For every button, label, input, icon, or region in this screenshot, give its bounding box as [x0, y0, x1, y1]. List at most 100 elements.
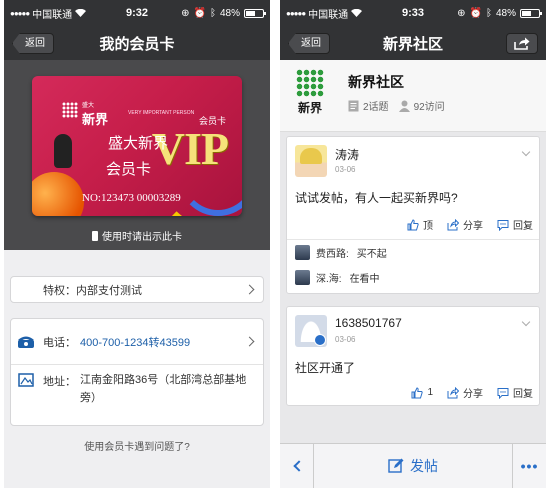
carrier-name: 中国联通 — [32, 9, 73, 21]
new-post-label: 发帖 — [410, 458, 438, 474]
brand-logo-icon — [62, 102, 78, 118]
reply-list: 费西路: 买不起 深.海: 在看中 — [287, 239, 539, 290]
card-number: NO:123473 00003289 — [82, 192, 181, 204]
edit-icon — [388, 458, 404, 473]
like-button[interactable]: 1 — [411, 385, 433, 400]
telephone-icon — [18, 336, 34, 348]
battery-percent: 48% — [219, 7, 240, 19]
chevron-down-icon[interactable] — [521, 317, 531, 327]
mobile-phone-icon — [92, 231, 98, 241]
card-overlay-line2: 会员卡 — [106, 161, 152, 178]
nav-bar: 返回 新界社区 — [280, 26, 546, 60]
like-button[interactable]: 顶 — [407, 217, 433, 232]
community-logo: 新界 — [290, 69, 330, 115]
reply-label: 回复 — [513, 389, 533, 400]
carrier-name: 中国联通 — [308, 9, 349, 21]
visits-count: 92访问 — [413, 102, 445, 113]
community-name: 新界社区 — [348, 74, 404, 90]
card-ball-graphic — [32, 172, 84, 216]
privilege-label: 特权： — [43, 284, 76, 297]
more-button[interactable]: ••• — [512, 444, 546, 488]
post-date: 03-06 — [335, 335, 356, 344]
show-card-hint-text: 使用时请出示此卡 — [102, 232, 182, 243]
post-card[interactable]: 1638501767 03-06 社区开通了 1 分享 回复 — [286, 306, 540, 406]
reply-button[interactable]: 回复 — [497, 217, 533, 232]
signal-icon: ●●●●● — [10, 8, 30, 18]
post-author[interactable]: 涛涛 — [335, 146, 359, 163]
wifi-icon — [75, 9, 87, 17]
card-brand: 盛大 新界 — [82, 100, 108, 126]
reply-button[interactable]: 回复 — [497, 385, 533, 400]
thumbs-up-icon — [411, 386, 424, 398]
bluetooth-icon: ᛒ — [485, 7, 492, 19]
post-date: 03-06 — [335, 165, 356, 174]
visits-stat: 92访问 — [398, 98, 445, 113]
avatar[interactable] — [295, 315, 327, 347]
post-actions: 顶 分享 回复 — [407, 217, 533, 232]
carrier-info: ●●●●● 中国联通 — [286, 6, 363, 21]
post-content: 试试发帖，有人一起买新界吗? — [295, 191, 458, 205]
person-icon — [398, 100, 410, 112]
avatar[interactable] — [295, 145, 327, 177]
card-tagline: VERY IMPORTANT PERSON — [128, 110, 195, 116]
help-link[interactable]: 使用会员卡遇到问题了? — [4, 438, 270, 453]
avatar — [295, 270, 310, 285]
new-post-button[interactable]: 发帖 — [314, 456, 512, 476]
bluetooth-icon: ᛒ — [209, 7, 216, 19]
battery-icon — [244, 8, 266, 18]
chevron-down-icon[interactable] — [521, 147, 531, 157]
chevron-right-icon — [244, 336, 255, 347]
post-card[interactable]: 涛涛 03-06 试试发帖，有人一起买新界吗? 顶 分享 回复 费西路: 买不起 — [286, 136, 540, 294]
privilege-row[interactable]: 特权： 内部支付测试 — [10, 276, 264, 303]
chevron-left-icon — [292, 460, 305, 472]
back-button[interactable]: 返回 — [288, 33, 330, 54]
more-icon: ••• — [520, 458, 539, 474]
address-label: 地址： — [43, 376, 76, 388]
wifi-icon — [351, 9, 363, 17]
lock-rotation-icon: ⊕ — [181, 7, 190, 19]
status-bar: ●●●●● 中国联通 9:32 ⊕ ⏰ ᛒ 48% — [4, 0, 270, 26]
share-label: 分享 — [463, 389, 483, 400]
phone-row[interactable]: 电话： 400-700-1234转43599 — [11, 319, 263, 365]
community-logo-word: 新界 — [297, 101, 322, 115]
like-count: 1 — [427, 387, 433, 398]
phone-label: 电话： — [43, 336, 76, 349]
card-area: 盛大 新界 VERY IMPORTANT PERSON 会员卡 VIP 盛大新界 … — [4, 60, 270, 254]
community-header: 新界 新界社区 2话题 92访问 — [280, 60, 546, 132]
reply-label: 回复 — [513, 221, 533, 232]
vip-card-image: 盛大 新界 VERY IMPORTANT PERSON 会员卡 VIP 盛大新界 … — [32, 76, 242, 216]
phone-number[interactable]: 400-700-1234转43599 — [80, 334, 190, 350]
document-icon — [348, 100, 359, 111]
reply-text: 买不起 — [356, 249, 387, 260]
share-post-button[interactable]: 分享 — [447, 217, 483, 232]
lock-rotation-icon: ⊕ — [457, 7, 466, 19]
bottom-toolbar: 发帖 ••• — [280, 443, 546, 488]
battery-percent: 48% — [495, 7, 516, 19]
community-screen: ●●●●● 中国联通 9:33 ⊕ ⏰ ᛒ 48% 返回 新界社区 新界 新界社… — [280, 0, 546, 488]
alarm-icon: ⏰ — [193, 7, 206, 19]
reply-text: 在看中 — [349, 274, 380, 285]
privilege-value: 内部支付测试 — [76, 284, 142, 297]
signal-icon: ●●●●● — [286, 8, 306, 18]
reply-author: 深.海: — [316, 274, 342, 285]
carrier-info: ●●●●● 中国联通 — [10, 6, 87, 21]
back-button[interactable]: 返回 — [12, 33, 54, 54]
share-label: 分享 — [463, 221, 483, 232]
comment-icon — [497, 219, 509, 231]
share-icon — [514, 37, 530, 50]
alarm-icon: ⏰ — [469, 7, 482, 19]
share-button[interactable] — [506, 33, 538, 54]
topics-stat: 2话题 — [348, 98, 389, 113]
card-overlay-line1: 盛大新界 — [108, 135, 169, 152]
reply-author: 费西路: — [316, 249, 349, 260]
list-item[interactable]: 费西路: 买不起 — [287, 240, 539, 265]
post-author[interactable]: 1638501767 — [335, 316, 402, 330]
post-actions: 1 分享 回复 — [411, 385, 533, 400]
thumbs-up-icon — [407, 218, 419, 230]
comment-icon — [497, 387, 509, 399]
back-arrow-button[interactable] — [280, 444, 314, 488]
brand-logo-icon — [296, 69, 324, 97]
share-post-button[interactable]: 分享 — [447, 385, 483, 400]
show-card-hint: 使用时请出示此卡 — [4, 228, 270, 243]
list-item[interactable]: 深.海: 在看中 — [287, 265, 539, 290]
